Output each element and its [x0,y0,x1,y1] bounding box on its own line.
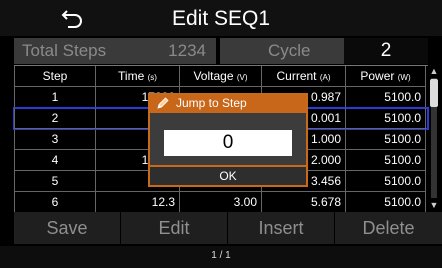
cell-step: 6 [14,192,96,213]
save-button[interactable]: Save [14,212,121,244]
scroll-up-icon[interactable]: ▲ [429,66,439,76]
ok-button[interactable]: OK [150,165,306,185]
table-scrollbar[interactable]: ▲ ▼ [428,66,440,210]
cell-power[interactable]: 5100.0 [346,108,426,129]
dialog-title: Jump to Step [176,96,247,110]
footer-bar: 1 / 1 [0,246,442,268]
cell-power[interactable]: 5100.0 [346,192,426,213]
delete-button[interactable]: Delete [335,212,442,244]
page-indicator: 1 / 1 [211,250,231,261]
cell-step: 3 [14,129,96,150]
cell-power[interactable]: 5100.0 [346,129,426,150]
column-header-time: Time (s) [96,66,180,87]
dialog-header: Jump to Step [150,95,306,113]
cycle-input[interactable]: 2 [344,38,428,64]
cell-voltage[interactable]: 3.00 [180,192,262,213]
edit-button[interactable]: Edit [121,212,228,244]
column-header-step: Step [14,66,96,87]
sequence-summary: Total Steps 1234 Cycle 2 [14,38,428,64]
page-title: Edit SEQ1 [171,7,271,30]
cycle-label: Cycle [220,38,344,64]
column-header-current: Current (A) [262,66,346,87]
cell-current[interactable]: 5.678 [262,192,346,213]
title-bar: Edit SEQ1 [0,0,442,36]
total-steps-label: Total Steps [14,38,124,64]
total-steps-value: 1234 [124,38,216,64]
table-row[interactable]: 6 12.3 3.00 5.678 5100.0 [14,192,428,213]
cell-power[interactable]: 5100.0 [346,171,426,192]
scrollbar-thumb[interactable] [430,79,438,107]
cell-time[interactable]: 12.3 [96,192,180,213]
cell-step: 4 [14,150,96,171]
action-toolbar: Save Edit Insert Delete [14,212,442,244]
insert-button[interactable]: Insert [228,212,335,244]
pencil-icon [157,97,169,109]
cell-power[interactable]: 5100.0 [346,150,426,171]
column-header-voltage: Voltage (V) [180,66,262,87]
cell-step: 5 [14,171,96,192]
scroll-down-icon[interactable]: ▼ [429,200,439,210]
step-number-input[interactable]: 0 [164,130,292,156]
cell-step: 1 [14,87,96,108]
cell-step: 2 [14,108,96,129]
table-header: Step Time (s) Voltage (V) Current (A) Po… [14,66,428,87]
cell-power[interactable]: 5100.0 [346,87,426,108]
column-header-power: Power (W) [346,66,426,87]
jump-to-step-dialog: Jump to Step 0 OK [148,93,308,187]
